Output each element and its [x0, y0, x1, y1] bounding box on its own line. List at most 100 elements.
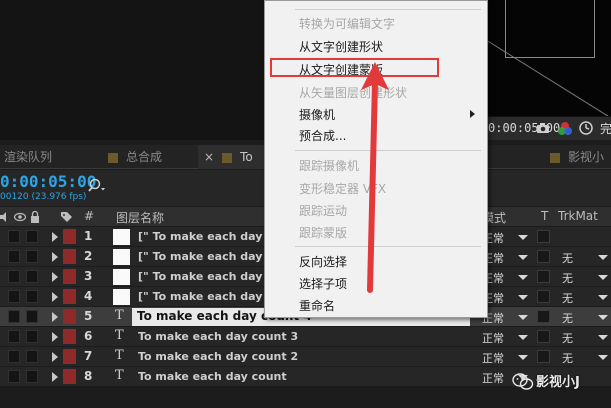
tab-main-comp[interactable]: 总合成 — [108, 145, 162, 169]
blend-mode-select[interactable]: 正常 — [482, 370, 504, 386]
search-icon[interactable] — [88, 178, 108, 194]
video-switch[interactable] — [8, 290, 20, 303]
video-switch[interactable] — [8, 270, 20, 283]
video-switch[interactable] — [8, 310, 20, 323]
audio-visibility-icon[interactable] — [0, 212, 10, 222]
preserve-transparency-toggle[interactable] — [537, 350, 550, 363]
preserve-transparency-toggle[interactable] — [537, 270, 550, 283]
text-layer-icon: T — [115, 328, 124, 343]
preserve-transparency-toggle[interactable] — [537, 310, 550, 323]
layer-row[interactable]: 6 T To make each day count 3 正常 无 — [0, 327, 611, 347]
preserve-transparency-toggle[interactable] — [537, 290, 550, 303]
expand-icon[interactable] — [52, 332, 58, 342]
expand-icon[interactable] — [52, 312, 58, 322]
color-channels-icon[interactable] — [557, 121, 573, 137]
chevron-down-icon[interactable] — [598, 315, 608, 320]
video-switch[interactable] — [8, 250, 20, 263]
expand-icon[interactable] — [52, 272, 58, 282]
label-tag-icon[interactable] — [61, 211, 73, 223]
chevron-down-icon[interactable] — [518, 355, 528, 360]
video-switch[interactable] — [8, 330, 20, 343]
solo-switch[interactable] — [26, 250, 38, 263]
menu-item-invert-selection[interactable]: 反向选择 — [299, 253, 347, 270]
trackmat-select[interactable]: 无 — [562, 290, 573, 306]
watermark-text: 影视小J — [536, 375, 580, 390]
layer-name[interactable]: To make each day count 3 — [138, 330, 298, 343]
watermark: 影视小J — [510, 369, 611, 393]
eye-icon[interactable] — [14, 212, 26, 222]
label-color-swatch[interactable] — [63, 269, 76, 284]
solo-switch[interactable] — [26, 370, 38, 383]
chevron-down-icon[interactable] — [518, 255, 528, 260]
expand-icon[interactable] — [52, 292, 58, 302]
snapshot-camera-icon[interactable] — [536, 122, 550, 134]
video-switch[interactable] — [8, 350, 20, 363]
comp-color-icon — [108, 152, 118, 163]
preserve-transparency-toggle[interactable] — [537, 230, 550, 243]
label-color-swatch[interactable] — [63, 249, 76, 264]
trackmat-select[interactable]: 无 — [562, 330, 573, 346]
chevron-down-icon[interactable] — [518, 235, 528, 240]
layer-name[interactable]: [" To make each day co — [138, 230, 280, 243]
tab-comp-other[interactable]: 影视小 — [550, 145, 604, 169]
chevron-down-icon[interactable] — [518, 295, 528, 300]
video-switch[interactable] — [8, 370, 20, 383]
label-color-swatch[interactable] — [63, 369, 76, 384]
fast-previews-icon[interactable] — [579, 121, 593, 135]
menu-item-create-shapes-from-text[interactable]: 从文字创建形状 — [299, 38, 383, 55]
solo-switch[interactable] — [26, 330, 38, 343]
chevron-down-icon[interactable] — [518, 315, 528, 320]
blend-mode-select[interactable]: 正常 — [482, 350, 504, 366]
layer-name[interactable]: [" To make each day co — [138, 290, 280, 303]
chevron-down-icon[interactable] — [598, 255, 608, 260]
close-icon[interactable]: × — [204, 150, 214, 164]
trackmat-select[interactable]: 无 — [562, 250, 573, 266]
blend-mode-select[interactable]: 正常 — [482, 330, 504, 346]
precomp-thumbnail-icon — [113, 249, 130, 265]
video-switch[interactable] — [8, 230, 20, 243]
lock-icon[interactable] — [30, 211, 40, 223]
expand-icon[interactable] — [52, 232, 58, 242]
current-time-display[interactable]: 0:00:05:00 — [0, 172, 96, 191]
trackmat-select[interactable]: 无 — [562, 310, 573, 326]
layer-name[interactable]: [" To make each day co — [138, 250, 280, 263]
frame-rate-label: 00120 (23.976 fps) — [0, 192, 87, 202]
menu-item-camera[interactable]: 摄像机 — [299, 106, 335, 123]
expand-icon[interactable] — [52, 252, 58, 262]
tab-active-comp[interactable]: ×To m — [198, 145, 268, 188]
menu-item-precompose[interactable]: 预合成... — [299, 127, 346, 144]
menu-item-select-children[interactable]: 选择子项 — [299, 275, 347, 292]
label-color-swatch[interactable] — [63, 349, 76, 364]
layer-name[interactable]: To make each day count 2 — [138, 350, 298, 363]
menu-item-rename[interactable]: 重命名 — [299, 297, 335, 314]
layer-number: 6 — [84, 329, 93, 343]
chevron-down-icon[interactable] — [518, 275, 528, 280]
label-color-swatch[interactable] — [63, 289, 76, 304]
chevron-down-icon[interactable] — [518, 335, 528, 340]
menu-item-convert-editable-text: 转换为可编辑文字 — [299, 17, 396, 31]
preserve-transparency-toggle[interactable] — [537, 330, 550, 343]
label-color-swatch[interactable] — [63, 329, 76, 344]
tab-render-queue[interactable]: 渲染队列 — [4, 145, 52, 169]
layer-name[interactable]: To make each day count — [138, 370, 287, 383]
layer-row[interactable]: 7 T To make each day count 2 正常 无 — [0, 347, 611, 367]
label-color-swatch[interactable] — [63, 229, 76, 244]
chevron-down-icon[interactable] — [598, 335, 608, 340]
chevron-down-icon[interactable] — [598, 355, 608, 360]
solo-switch[interactable] — [26, 230, 38, 243]
viewer-more-label[interactable]: 完 — [600, 120, 611, 137]
preserve-transparency-toggle[interactable] — [537, 250, 550, 263]
solo-switch[interactable] — [26, 270, 38, 283]
layer-name[interactable]: [" To make each day co — [138, 270, 280, 283]
solo-switch[interactable] — [26, 350, 38, 363]
chevron-down-icon[interactable] — [598, 275, 608, 280]
solo-switch[interactable] — [26, 310, 38, 323]
solo-switch[interactable] — [26, 290, 38, 303]
expand-icon[interactable] — [52, 372, 58, 382]
expand-icon[interactable] — [52, 352, 58, 362]
column-layer-name[interactable]: 图层名称 — [116, 209, 164, 226]
label-color-swatch[interactable] — [63, 309, 76, 324]
chevron-down-icon[interactable] — [598, 295, 608, 300]
trackmat-select[interactable]: 无 — [562, 350, 573, 366]
trackmat-select[interactable]: 无 — [562, 270, 573, 286]
